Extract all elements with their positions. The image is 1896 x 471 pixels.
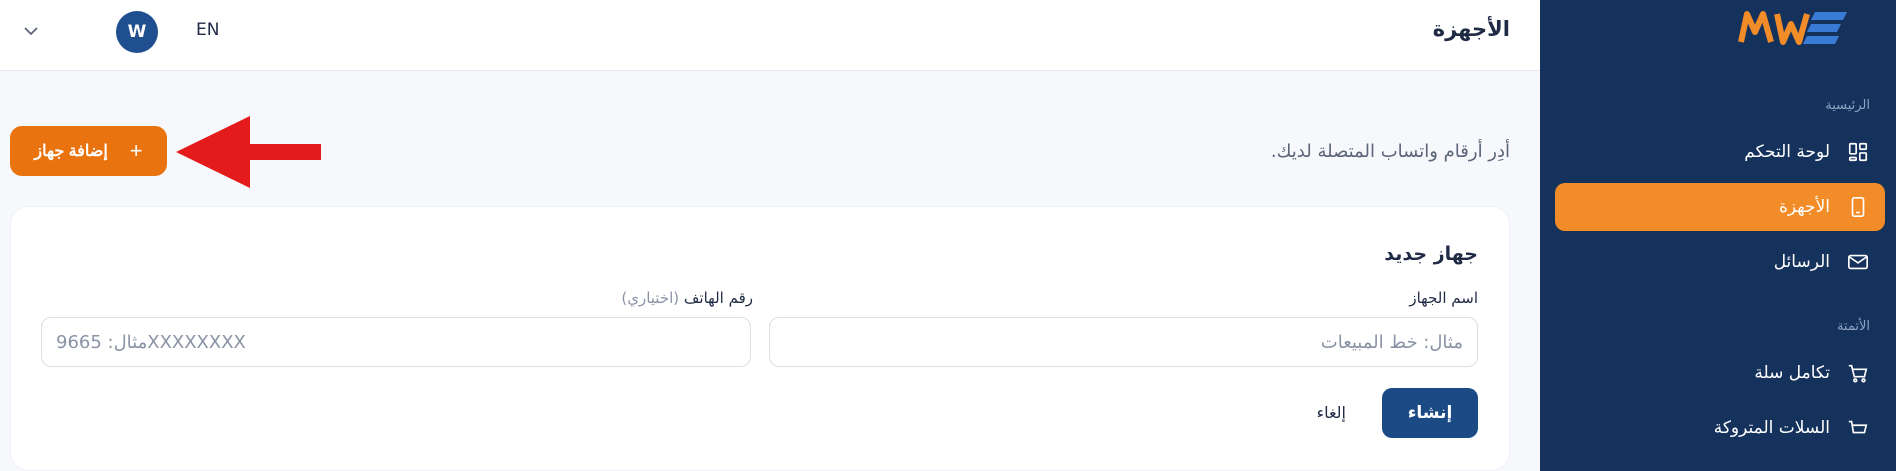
sidebar-item-label: الأجهزة bbox=[1778, 197, 1830, 217]
device-name-input[interactable]: مثال: خط المبيعات bbox=[769, 317, 1478, 367]
avatar[interactable]: W bbox=[116, 11, 158, 53]
logo-mark bbox=[1738, 11, 1847, 45]
card-title: جهاز جديد bbox=[1384, 243, 1478, 265]
section-label-automation: الأتمتة bbox=[1836, 319, 1870, 334]
sidebar-item-label: السلات المتروكة bbox=[1713, 418, 1830, 438]
phone-number-placeholder: مثال: 9665XXXXXXXX bbox=[56, 331, 246, 353]
device-name-label: اسم الجهاز bbox=[1409, 289, 1478, 307]
sidebar-item-label: الرسائل bbox=[1773, 252, 1830, 272]
sidebar-item-abandoned-carts[interactable]: السلات المتروكة bbox=[1555, 404, 1885, 452]
phone-icon bbox=[1846, 195, 1870, 219]
sidebar-item-dashboard[interactable]: لوحة التحكم bbox=[1555, 128, 1885, 176]
phone-label-text: رقم الهاتف bbox=[683, 289, 753, 307]
sidebar-item-messages[interactable]: الرسائل bbox=[1555, 238, 1885, 286]
cart-icon bbox=[1846, 361, 1870, 385]
brand-logo[interactable] bbox=[1737, 8, 1849, 46]
phone-number-input[interactable]: مثال: 9665XXXXXXXX bbox=[41, 317, 751, 367]
basket-icon bbox=[1846, 416, 1870, 440]
annotation-arrow-icon bbox=[176, 116, 321, 188]
add-device-button[interactable]: + إضافة جهاز bbox=[10, 126, 167, 176]
plus-icon: + bbox=[129, 138, 143, 163]
mail-icon bbox=[1846, 250, 1870, 274]
chevron-down-icon[interactable] bbox=[22, 22, 40, 40]
new-device-card: جهاز جديد اسم الجهاز رقم الهاتف (اختياري… bbox=[10, 206, 1510, 471]
dashboard-icon bbox=[1846, 140, 1870, 164]
language-toggle[interactable]: EN bbox=[196, 20, 219, 40]
page-subtitle: أدِر أرقام واتساب المتصلة لديك. bbox=[1270, 141, 1510, 162]
create-button[interactable]: إنشاء bbox=[1382, 388, 1478, 438]
sidebar-item-label: لوحة التحكم bbox=[1744, 142, 1830, 162]
sidebar-item-salla-integration[interactable]: تكامل سلة bbox=[1555, 349, 1885, 397]
cancel-button[interactable]: إلغاء bbox=[1317, 403, 1346, 422]
optional-hint: (اختياري) bbox=[621, 289, 680, 307]
device-name-placeholder: مثال: خط المبيعات bbox=[1320, 331, 1463, 353]
section-label-main: الرئيسية bbox=[1825, 98, 1870, 113]
phone-label: رقم الهاتف (اختياري) bbox=[621, 289, 753, 307]
sidebar: الرئيسية لوحة التحكم الأجهزة الرسائل الأ… bbox=[1540, 0, 1896, 471]
page-title: الأجهزة bbox=[1432, 17, 1510, 41]
sidebar-item-devices[interactable]: الأجهزة bbox=[1555, 183, 1885, 231]
top-bar: الأجهزة EN W bbox=[0, 0, 1540, 71]
sidebar-item-label: تكامل سلة bbox=[1754, 363, 1830, 383]
add-device-label: إضافة جهاز bbox=[34, 143, 108, 160]
